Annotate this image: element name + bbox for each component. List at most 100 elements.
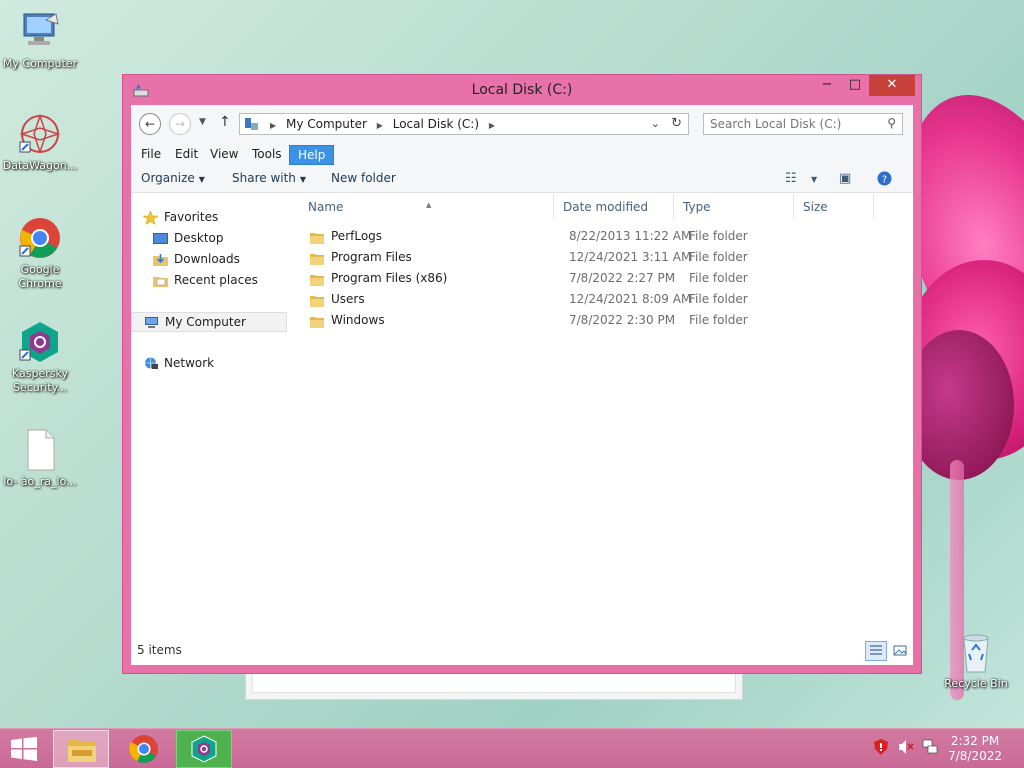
chrome-icon <box>18 216 62 260</box>
start-button[interactable] <box>10 737 38 761</box>
desktop-icon-label: Recycle Bin <box>944 677 1008 690</box>
up-button[interactable]: ↑ <box>219 114 231 130</box>
chrome-icon <box>129 735 158 763</box>
column-header-type[interactable]: Type <box>674 194 794 220</box>
menu-tools[interactable]: Tools <box>244 145 290 165</box>
volume-muted-icon[interactable] <box>898 739 914 759</box>
nav-downloads[interactable]: Downloads <box>131 250 287 270</box>
large-icons-view-icon <box>893 645 907 656</box>
folder-icon <box>310 293 324 307</box>
change-view-icon[interactable]: ☷ <box>785 171 797 186</box>
file-name: Windows <box>331 313 385 327</box>
search-box[interactable]: ⚲ <box>703 113 903 135</box>
breadcrumb-local-disk[interactable]: Local Disk (C:) <box>393 117 479 131</box>
file-date: 12/24/2021 3:11 AM <box>569 250 692 264</box>
preview-pane-icon[interactable]: ▣ <box>839 171 851 186</box>
file-type: File folder <box>689 292 748 306</box>
desktop-icon-chrome[interactable]: Google Chrome <box>0 216 80 291</box>
table-row[interactable]: Program Files (x86) 7/8/2022 2:27 PM Fil… <box>299 268 899 289</box>
address-bar[interactable]: ▶ My Computer ▶ Local Disk (C:) ▶ ⌄ ↻ <box>239 113 689 135</box>
table-row[interactable]: Windows 7/8/2022 2:30 PM File folder <box>299 310 899 331</box>
file-date: 7/8/2022 2:27 PM <box>569 271 676 285</box>
table-row[interactable]: PerfLogs 8/22/2013 11:22 AM File folder <box>299 226 899 247</box>
navigation-pane: Favorites Desktop Downloads Recent place… <box>131 194 291 635</box>
share-with-button[interactable]: Share with ▼ <box>232 171 306 185</box>
nav-my-computer-label: My Computer <box>165 315 246 329</box>
menu-edit[interactable]: Edit <box>167 145 206 165</box>
file-name: Program Files (x86) <box>331 271 448 285</box>
nav-desktop-label: Desktop <box>174 231 224 245</box>
chevron-down-icon[interactable]: ⌄ <box>651 117 660 130</box>
menu-view[interactable]: View <box>202 145 246 165</box>
title-bar[interactable]: Local Disk (C:) − □ ✕ <box>123 75 921 105</box>
minimize-button[interactable]: − <box>813 75 841 96</box>
file-date: 8/22/2013 11:22 AM <box>569 229 692 243</box>
maximize-button[interactable]: □ <box>841 75 869 96</box>
desktop-icon-my-computer[interactable]: My Computer <box>0 10 80 71</box>
file-list: ▲ Name Date modified Type Size PerfLogs … <box>299 194 913 635</box>
taskbar-chrome[interactable] <box>116 730 172 768</box>
organize-button[interactable]: Organize ▼ <box>141 171 205 185</box>
network-tray-icon[interactable] <box>922 739 938 759</box>
taskbar-file-explorer[interactable] <box>53 730 109 768</box>
desktop-icon-recycle-bin[interactable]: Recycle Bin <box>936 630 1016 691</box>
nav-downloads-label: Downloads <box>174 252 240 266</box>
status-bar: 5 items <box>131 635 913 665</box>
nav-desktop[interactable]: Desktop <box>131 229 287 249</box>
nav-network-label: Network <box>164 356 215 370</box>
desktop-icon-datawagon[interactable]: DataWagon... <box>0 112 80 173</box>
table-row[interactable]: Program Files 12/24/2021 3:11 AM File fo… <box>299 247 899 268</box>
menu-file[interactable]: File <box>133 145 169 165</box>
back-button[interactable]: ← <box>139 113 161 135</box>
explorer-window: Local Disk (C:) − □ ✕ ← → ▼ ↑ ▶ My Compu… <box>122 74 922 674</box>
desktop-icon-document[interactable]: lo- ào_ra_lo... <box>0 428 80 489</box>
file-type: File folder <box>689 271 748 285</box>
taskbar-kaspersky[interactable] <box>176 730 232 768</box>
security-shield-icon[interactable] <box>874 739 888 759</box>
chevron-right-icon[interactable]: ▶ <box>377 121 383 130</box>
forward-button[interactable]: → <box>169 113 191 135</box>
clock[interactable]: 2:32 PM 7/8/2022 <box>948 734 1002 764</box>
close-button[interactable]: ✕ <box>869 75 915 96</box>
breadcrumb-my-computer[interactable]: My Computer <box>286 117 367 131</box>
large-icons-view-button[interactable] <box>889 641 911 661</box>
file-type: File folder <box>689 313 748 327</box>
document-icon <box>18 428 62 472</box>
command-bar: Organize ▼ Share with ▼ New folder ☷ ▼ ▣ ? <box>131 165 913 193</box>
column-header-date[interactable]: Date modified <box>554 194 674 220</box>
recycle-bin-icon <box>954 630 998 674</box>
nav-network[interactable]: Network <box>131 354 287 374</box>
kaspersky-icon <box>18 320 62 364</box>
star-icon <box>142 210 159 226</box>
svg-text:?: ? <box>882 175 887 186</box>
nav-my-computer[interactable]: My Computer <box>131 312 287 332</box>
datawagon-icon <box>18 112 62 156</box>
search-icon[interactable]: ⚲ <box>887 116 896 130</box>
item-count: 5 items <box>137 643 182 657</box>
details-view-button[interactable] <box>865 641 887 661</box>
help-icon[interactable]: ? <box>877 171 892 190</box>
menu-help[interactable]: Help <box>289 145 335 165</box>
recent-locations-chevron-icon[interactable]: ▼ <box>199 117 206 127</box>
table-row[interactable]: Users 12/24/2021 8:09 AM File folder <box>299 289 899 310</box>
caret-down-icon[interactable]: ▼ <box>811 175 817 184</box>
computer-icon <box>18 10 62 54</box>
new-folder-button[interactable]: New folder <box>331 171 396 185</box>
file-date: 12/24/2021 8:09 AM <box>569 292 692 306</box>
column-header-size[interactable]: Size <box>794 194 874 220</box>
search-input[interactable] <box>704 114 874 134</box>
desktop-icon-label: DataWagon... <box>2 159 78 172</box>
nav-favorites[interactable]: Favorites <box>131 208 287 228</box>
sort-caret-icon: ▲ <box>426 201 432 209</box>
chevron-right-icon[interactable]: ▶ <box>270 121 276 130</box>
file-date: 7/8/2022 2:30 PM <box>569 313 676 327</box>
column-header-name[interactable]: ▲ Name <box>299 194 554 220</box>
refresh-icon[interactable]: ↻ <box>671 116 682 131</box>
downloads-icon <box>153 253 168 266</box>
chevron-right-icon[interactable]: ▶ <box>489 121 495 130</box>
nav-recent-places[interactable]: Recent places <box>131 271 287 291</box>
navigation-bar: ← → ▼ ↑ ▶ My Computer ▶ Local Disk (C:) … <box>131 105 913 143</box>
desktop-icon-kaspersky[interactable]: Kaspersky Security... <box>0 320 80 395</box>
desktop-icon-label: Google Chrome <box>18 263 62 290</box>
folder-icon <box>310 230 324 244</box>
